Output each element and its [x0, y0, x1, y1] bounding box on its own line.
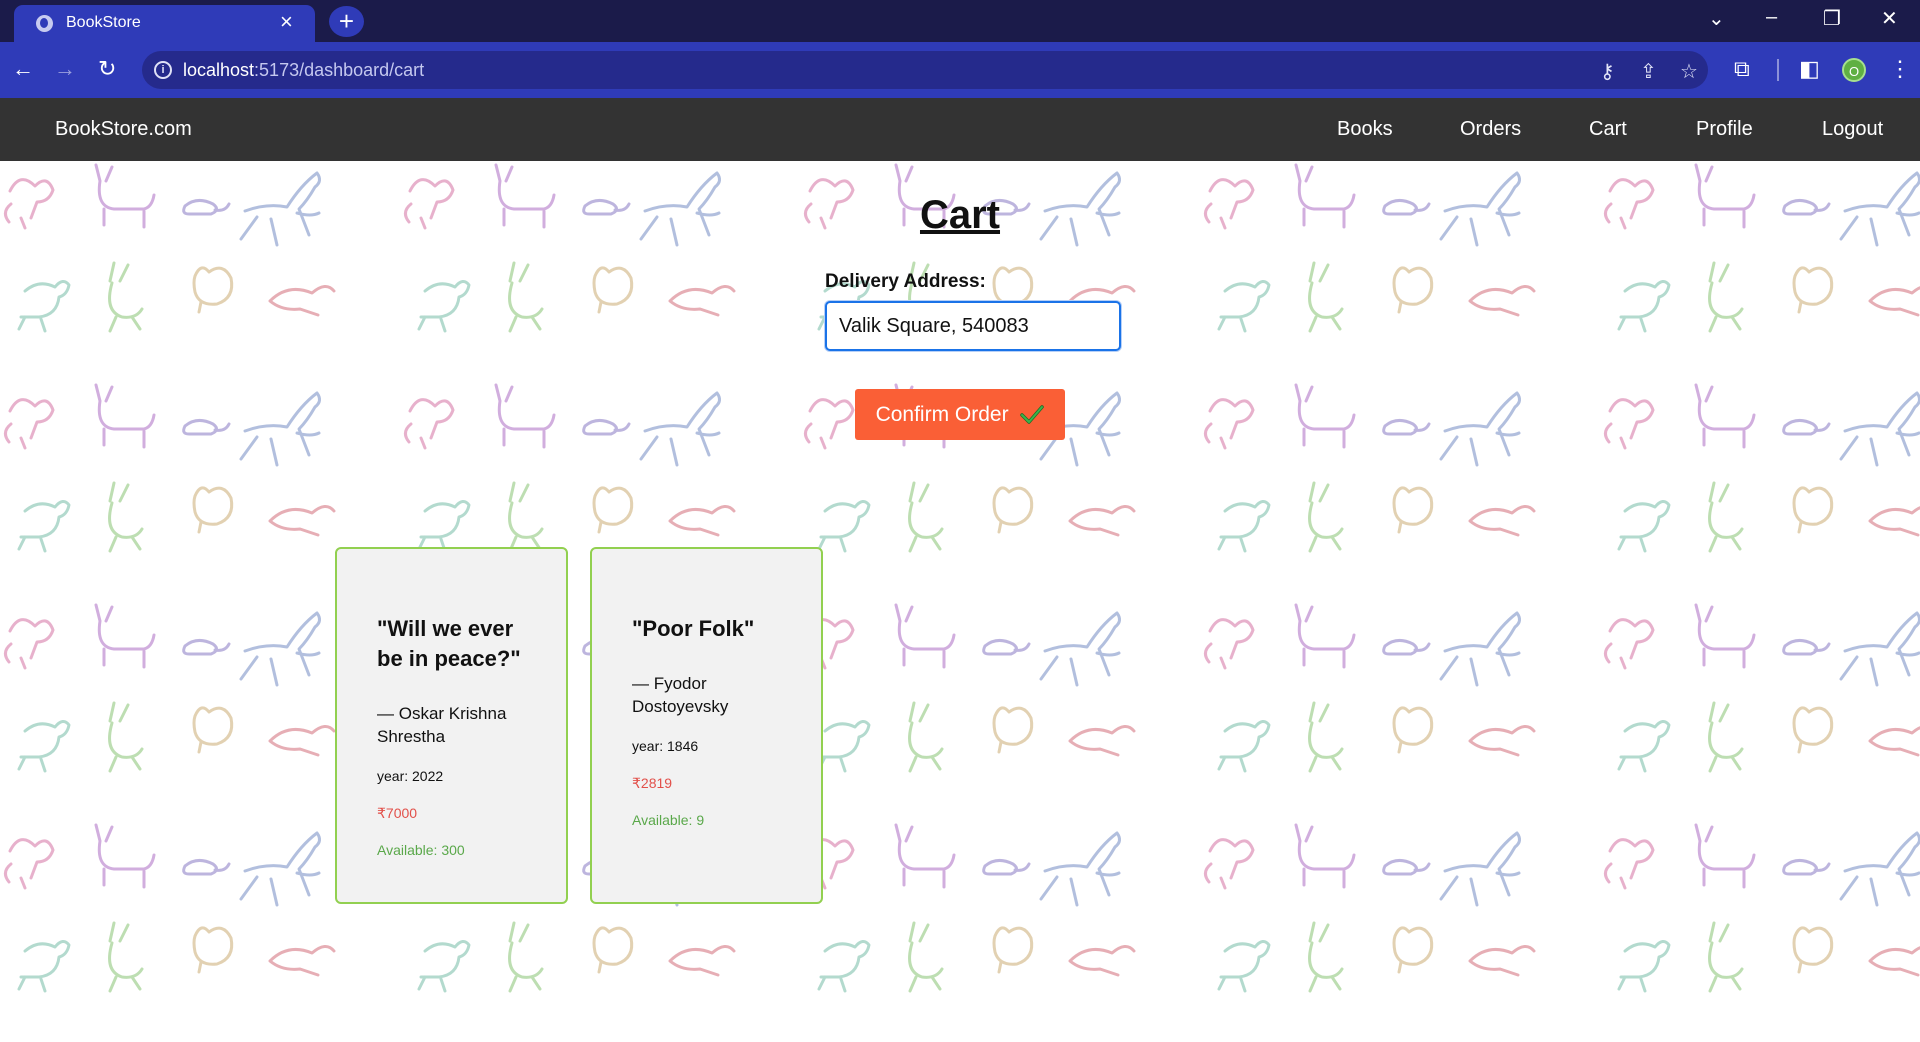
extensions-icon[interactable]: ⧉	[1734, 56, 1750, 82]
delivery-address-label: Delivery Address:	[825, 271, 986, 292]
reload-icon[interactable]: ↻	[98, 56, 116, 82]
close-window-icon[interactable]: ✕	[1881, 6, 1898, 31]
book-availability: Available: 300	[377, 842, 465, 858]
book-author: — Fyodor Dostoyevsky	[632, 674, 729, 716]
new-tab-button[interactable]: +	[329, 6, 364, 37]
book-price: ₹7000	[377, 805, 418, 821]
tab-search-icon[interactable]: ⌄	[1708, 6, 1725, 31]
book-year: year: 1846	[632, 738, 699, 754]
key-icon[interactable]: ⚷	[1600, 59, 1615, 84]
checkmark-icon	[1020, 405, 1045, 425]
book-title: "Will we ever be in peace?"	[377, 616, 521, 671]
restore-icon[interactable]: ❐	[1823, 6, 1841, 31]
url-host: localhost	[183, 60, 255, 80]
nav-cart[interactable]: Cart	[1589, 118, 1627, 141]
confirm-order-button[interactable]: Confirm Order	[855, 389, 1065, 440]
browser-tab[interactable]: BookStore ×	[14, 5, 315, 42]
site-info-icon[interactable]: i	[154, 61, 172, 79]
book-availability: Available: 9	[632, 812, 705, 828]
globe-icon	[36, 15, 53, 32]
browser-tabstrip: BookStore × + ⌄ – ❐ ✕	[0, 0, 1920, 42]
confirm-order-label: Confirm Order	[875, 403, 1009, 426]
address-bar[interactable]: i localhost:5173/dashboard/cart ⚷ ⇪ ☆	[142, 51, 1708, 89]
star-icon[interactable]: ☆	[1680, 59, 1698, 84]
menu-icon[interactable]: ⋮	[1889, 56, 1911, 82]
animal-pattern-background	[0, 161, 1920, 1042]
url-path: :5173/dashboard/cart	[254, 60, 425, 80]
share-icon[interactable]: ⇪	[1640, 59, 1657, 84]
nav-profile[interactable]: Profile	[1696, 118, 1753, 141]
cart-item-card: "Will we ever be in peace?" — Oskar Kris…	[335, 547, 568, 904]
side-panel-icon[interactable]: ◧	[1799, 56, 1820, 82]
app-navbar: BookStore.com Books Orders Cart Profile …	[0, 98, 1920, 161]
nav-orders[interactable]: Orders	[1460, 118, 1521, 141]
cart-item-card: "Poor Folk" — Fyodor Dostoyevsky year: 1…	[590, 547, 823, 904]
book-author: — Oskar Krishna Shrestha	[377, 704, 507, 746]
book-year: year: 2022	[377, 768, 444, 784]
nav-logout[interactable]: Logout	[1822, 118, 1883, 141]
book-price: ₹2819	[632, 775, 673, 791]
close-tab-icon[interactable]: ×	[280, 11, 293, 33]
url-text: localhost:5173/dashboard/cart	[183, 60, 424, 81]
nav-books[interactable]: Books	[1337, 118, 1393, 141]
book-title: "Poor Folk"	[632, 616, 755, 641]
back-icon[interactable]: ←	[12, 56, 34, 82]
pattern-fill	[0, 161, 1920, 1042]
brand-logo[interactable]: BookStore.com	[55, 118, 192, 141]
minimize-icon[interactable]: –	[1766, 6, 1777, 29]
cart-page: Cart Delivery Address: Confirm Order "Wi…	[0, 161, 1920, 1042]
page-title: Cart	[919, 193, 1001, 237]
delivery-address-input[interactable]	[825, 301, 1121, 351]
tab-title: BookStore	[66, 14, 141, 31]
browser-toolbar: ← → ↻ i localhost:5173/dashboard/cart ⚷ …	[0, 42, 1920, 98]
forward-icon[interactable]: →	[54, 56, 76, 82]
toolbar-divider	[1777, 59, 1779, 81]
profile-avatar[interactable]: O	[1842, 58, 1866, 82]
